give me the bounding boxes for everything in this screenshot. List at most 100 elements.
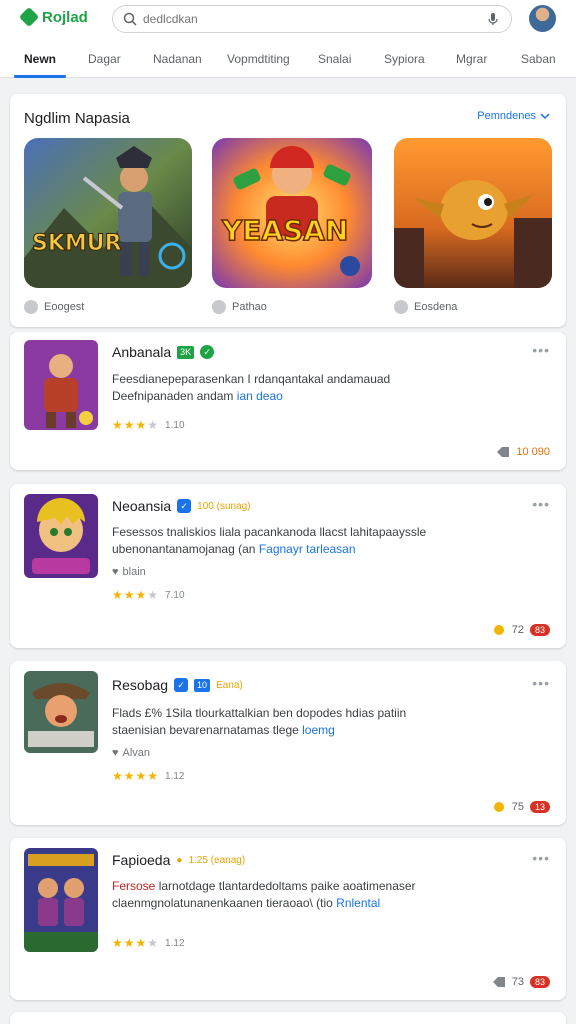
app-card-1[interactable]: Anbanala 3K ✓ ••• Feesdianepeparasenkan … [10,332,566,470]
top-bar: Rojlad [0,0,576,38]
search-bar[interactable] [112,5,512,33]
tab-mgrar[interactable]: Mgrar [456,52,487,66]
desc-link[interactable]: loemg [302,723,335,737]
app-title-row: Neoansia ✓ 100 (sunag) [112,498,251,514]
tab-snalai[interactable]: Snalai [318,52,351,66]
chevron-down-icon [540,113,550,120]
rating-value: 1.12 [165,937,185,949]
more-options-icon[interactable]: ••• [532,850,550,866]
rating-value: 1.10 [165,419,185,431]
tab-dagar[interactable]: Dagar [88,52,121,66]
app-title[interactable]: Anbanala [112,344,171,360]
tab-newn[interactable]: Newn [24,52,56,66]
desc-line-1: Flads £% 1Sila tlourkattalkian ben dopod… [112,706,407,720]
meta-text: blain [122,566,146,578]
count-badge: 83 [529,624,550,636]
app-description: Fersose larnotdage tlantardedoltams paik… [112,878,492,912]
desc-line-1: Fesessos tnaliskios liala pacankanoda ll… [112,525,427,539]
featured-caption-3: Eosdena [394,300,457,314]
download-count: 73 [511,976,524,988]
app-title-row: Anbanala 3K ✓ [112,344,215,360]
desc-link[interactable]: ian deao [237,389,283,403]
app-description: Flads £% 1Sila tlourkattalkian ben dopod… [112,705,492,739]
download-count: 72 [511,624,524,636]
desc-line-2: Deefnipanaden andam ian deao [112,388,492,405]
fire-icon: ● [176,854,183,866]
heart-icon: ♥ [112,566,119,578]
app-meta: ♥ Alvan [112,747,150,759]
mic-icon[interactable] [487,12,499,26]
app-rating: ★★★★ 1.10 [112,418,185,432]
app-footer: 73 83 [492,976,550,988]
download-count: 75 [511,801,524,813]
app-rating: ★★★★ 1.12 [112,936,185,950]
app-logo[interactable]: Rojlad [18,6,88,28]
svg-text:SKMUR: SKMUR [32,231,122,256]
game-art-hero: YEASAN [212,138,372,288]
app-footer: 75 13 [492,801,550,813]
app-card-3[interactable]: Resobag ✓ 10 Eana) ••• Flads £% 1Sila tl… [10,661,566,825]
more-options-icon[interactable]: ••• [532,342,550,358]
verified-icon: ✓ [177,499,192,513]
logo-icon [18,6,40,28]
star-icons: ★★★★ [112,936,160,950]
rating-value: 7.10 [165,589,185,601]
app-title-row: Fapioeda ● 1.25 (eanag) [112,852,245,868]
search-input[interactable] [143,10,473,28]
tab-sypiora[interactable]: Sypiora [384,52,425,66]
app-card-2[interactable]: Neoansia ✓ 100 (sunag) ••• Fesessos tnal… [10,484,566,648]
app-title[interactable]: Fapioeda [112,852,170,868]
tag-icon [492,977,505,987]
featured-game-2[interactable]: YEASAN [212,138,372,288]
desc-line-2: ubenonantanamojanag (an Fagnayr tarleasa… [112,541,492,558]
category-tabs: Newn Dagar Nadanan Vopmdtiting Snalai Sy… [0,38,576,78]
desc-link[interactable]: Rnlental [336,896,380,910]
app-art-2 [24,494,98,578]
app-thumbnail [24,671,98,753]
featured-section: Ngdlim Napasia Pemndenes SKMUR YEASAN Eo… [10,94,566,327]
featured-game-1[interactable]: SKMUR [24,138,192,288]
app-rating: ★★★★ 7.10 [112,588,185,602]
app-title[interactable]: Neoansia [112,498,171,514]
desc-text: claenmgnolatunanenkaanen tieraoao\ (tio [112,896,333,910]
download-count: 10 090 [516,446,550,458]
desc-line-1: Fersose larnotdage tlantardedoltams paik… [112,878,492,895]
app-title[interactable]: Resobag [112,677,168,693]
featured-game-3[interactable] [394,138,552,288]
desc-link[interactable]: Fagnayr tarleasan [259,542,356,556]
featured-caption-2: Pathao [212,300,267,314]
tab-vopmdtiting[interactable]: Vopmdtiting [227,52,290,66]
app-footer: 72 83 [492,624,550,636]
game-art-knight: SKMUR [24,138,192,288]
app-card-5[interactable] [10,1012,566,1024]
app-art-4 [24,848,98,952]
game-art-bird [394,138,552,288]
desc-line-2: staenisian bevarenarnatamas tlege loemg [112,722,492,739]
star-icons: ★★★★ [112,588,160,602]
app-badge: 3K [177,345,195,359]
desc-text: Deefnipanaden andam [112,389,234,403]
app-tag: 1.25 (eanag) [188,854,246,866]
app-card-4[interactable]: Fapioeda ● 1.25 (eanag) ••• Fersose larn… [10,838,566,1000]
see-more-link[interactable]: Pemndenes [477,110,550,122]
logo-text: Rojlad [42,8,88,26]
featured-caption-1: Eoogest [24,300,84,314]
see-more-label: Pemndenes [477,110,536,122]
tab-nadanan[interactable]: Nadanan [153,52,202,66]
desc-line-1: Feesdianepeparasenkan I rdanqantakal and… [112,372,391,386]
app-thumbnail [24,494,98,578]
caption-text: Pathao [232,301,267,313]
tab-saban[interactable]: Saban [521,52,556,66]
app-description: Feesdianepeparasenkan I rdanqantakal and… [112,371,492,405]
app-art-3 [24,671,98,753]
desc-highlight: Fersose [112,879,156,893]
more-options-icon[interactable]: ••• [532,675,550,691]
tag-icon [497,447,510,457]
avatar[interactable] [529,5,556,32]
heart-icon: ♥ [112,747,119,759]
more-options-icon[interactable]: ••• [532,496,550,512]
caption-icon [212,300,226,314]
flame-icon [493,625,504,635]
app-description: Fesessos tnaliskios liala pacankanoda ll… [112,524,492,558]
app-title-row: Resobag ✓ 10 Eana) [112,677,243,693]
